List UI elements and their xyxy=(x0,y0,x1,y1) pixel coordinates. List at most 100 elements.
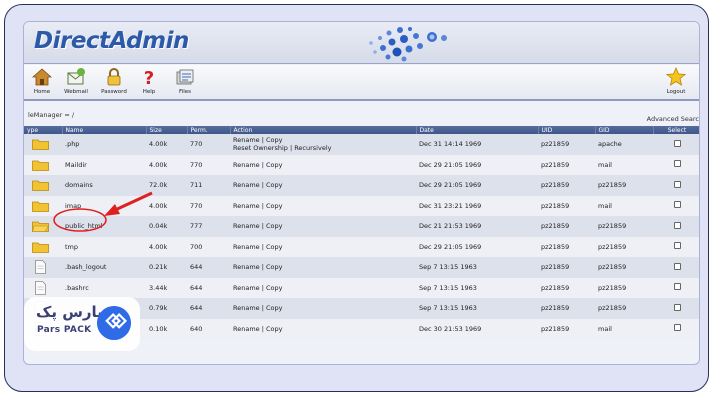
table-header: ype Name Size Perm. Action Date UID GID … xyxy=(24,126,699,134)
row-perm[interactable]: 770 xyxy=(187,154,230,175)
select-checkbox[interactable] xyxy=(673,221,681,229)
row-perm[interactable]: 770 xyxy=(187,134,230,155)
col-uid[interactable]: UID xyxy=(538,126,596,134)
row-action-cell: Rename | Copy xyxy=(230,257,416,278)
select-checkbox[interactable] xyxy=(673,303,681,311)
row-perm[interactable]: 770 xyxy=(187,195,230,216)
row-type[interactable] xyxy=(24,134,62,155)
webmail-icon xyxy=(67,68,85,85)
row-select xyxy=(653,154,699,175)
row-type[interactable] xyxy=(24,277,62,298)
row-size: 3.44k xyxy=(146,277,187,298)
row-date: Dec 31 23:21 1969 xyxy=(416,195,538,216)
row-type[interactable] xyxy=(24,257,62,278)
select-checkbox[interactable] xyxy=(673,324,681,332)
row-action-cell: Rename | Copy xyxy=(230,236,416,257)
row-select xyxy=(653,298,699,319)
row-name[interactable]: public_html xyxy=(62,216,146,237)
row-action[interactable]: Rename | Copy xyxy=(233,243,282,251)
row-action[interactable]: Rename | Copy xyxy=(233,222,282,230)
select-checkbox[interactable] xyxy=(673,201,681,209)
row-perm[interactable]: 777 xyxy=(187,216,230,237)
row-action-cell: Rename | Copy xyxy=(230,298,416,319)
row-perm[interactable]: 711 xyxy=(187,175,230,196)
webmail-button[interactable]: Webmail xyxy=(58,67,94,95)
row-action[interactable]: Rename | Copy xyxy=(233,136,282,144)
row-action-cell: Rename | Copy xyxy=(230,277,416,298)
home-button[interactable]: Home xyxy=(24,67,60,95)
logout-button[interactable]: Logout xyxy=(658,67,694,95)
row-action-cell: Rename | Copy xyxy=(230,154,416,175)
table-row: .bashrc 3.44k 644 Rename | Copy Sep 7 13:15 … xyxy=(24,277,699,298)
col-date[interactable]: Date xyxy=(416,126,539,134)
row-uid: pz21859 xyxy=(538,277,595,298)
row-name[interactable]: tmp xyxy=(62,236,146,257)
row-size: 4.00k xyxy=(146,154,187,175)
row-uid: pz21859 xyxy=(538,175,595,196)
row-type[interactable] xyxy=(24,216,62,237)
row-name[interactable]: imap xyxy=(62,195,146,216)
help-button[interactable]: ? Help xyxy=(131,67,167,95)
row-action[interactable]: Rename | Copy xyxy=(233,181,282,189)
lock-icon xyxy=(107,68,121,86)
banner: DirectAdmin xyxy=(24,22,699,64)
password-button[interactable]: Password xyxy=(96,67,132,95)
col-type[interactable]: ype xyxy=(24,126,63,134)
select-checkbox[interactable] xyxy=(673,242,681,250)
row-perm[interactable]: 644 xyxy=(187,257,230,278)
help-icon: ? xyxy=(144,68,154,87)
folder-icon xyxy=(32,242,49,253)
row-type[interactable] xyxy=(24,175,62,196)
table-row: imap 4.00k 770 Rename | Copy Dec 31 23:21 19… xyxy=(24,195,699,216)
row-uid: pz21859 xyxy=(538,298,595,319)
col-name[interactable]: Name xyxy=(62,126,147,134)
row-action[interactable]: Rename | Copy xyxy=(233,304,282,312)
row-action[interactable]: Rename | Copy xyxy=(233,161,282,169)
select-checkbox[interactable] xyxy=(673,283,681,291)
folder-icon xyxy=(32,160,49,171)
select-checkbox[interactable] xyxy=(673,262,681,270)
row-name[interactable]: Maildir xyxy=(62,154,146,175)
row-action[interactable]: Rename | Copy xyxy=(233,202,282,210)
col-size[interactable]: Size xyxy=(146,126,188,134)
files-label: Files xyxy=(178,89,192,95)
logo-dots-icon xyxy=(369,27,447,62)
row-action[interactable]: Rename | Copy xyxy=(233,284,282,292)
row-perm[interactable]: 640 xyxy=(187,318,230,339)
row-uid: pz21859 xyxy=(538,216,595,237)
home-label: Home xyxy=(33,89,51,95)
row-action-cell: Rename | Copy xyxy=(230,318,416,339)
col-action: Action xyxy=(230,126,417,134)
row-action-secondary[interactable]: Reset Ownership | Recursively xyxy=(233,144,332,152)
row-size: 0.10k xyxy=(146,318,187,339)
row-type[interactable] xyxy=(24,154,62,175)
select-checkbox[interactable] xyxy=(673,160,681,168)
row-type[interactable] xyxy=(24,195,62,216)
row-perm[interactable]: 644 xyxy=(187,277,230,298)
row-select xyxy=(653,257,699,278)
row-name[interactable]: .bash_logout xyxy=(62,257,146,278)
file-icon xyxy=(35,280,46,295)
row-action[interactable]: Rename | Copy xyxy=(233,325,282,333)
row-name[interactable]: .php xyxy=(62,134,146,155)
row-action[interactable]: Rename | Copy xyxy=(233,263,282,271)
col-gid[interactable]: GID xyxy=(595,126,654,134)
folder-icon xyxy=(32,139,49,151)
app-logo[interactable]: DirectAdmin xyxy=(34,28,189,54)
row-name[interactable]: domains xyxy=(62,175,146,196)
row-perm[interactable]: 700 xyxy=(187,236,230,257)
files-button[interactable]: Files xyxy=(167,67,203,95)
watermark-subtext: Pars PACK xyxy=(37,325,92,335)
select-checkbox[interactable] xyxy=(673,139,681,147)
row-type[interactable] xyxy=(24,236,62,257)
row-gid: mail xyxy=(595,318,653,339)
select-checkbox[interactable] xyxy=(673,180,681,188)
advanced-search-link[interactable]: Advanced Searc xyxy=(647,115,699,123)
table-row: public_html 0.04k 777 Rename | Copy Dec 21 2… xyxy=(24,216,699,237)
row-perm[interactable]: 644 xyxy=(187,298,230,319)
row-date: Sep 7 13:15 1963 xyxy=(416,257,538,278)
col-perm[interactable]: Perm. xyxy=(187,126,231,134)
row-name[interactable]: .bashrc xyxy=(62,277,146,298)
logout-star-icon xyxy=(666,67,686,86)
row-uid: pz21859 xyxy=(538,134,595,155)
